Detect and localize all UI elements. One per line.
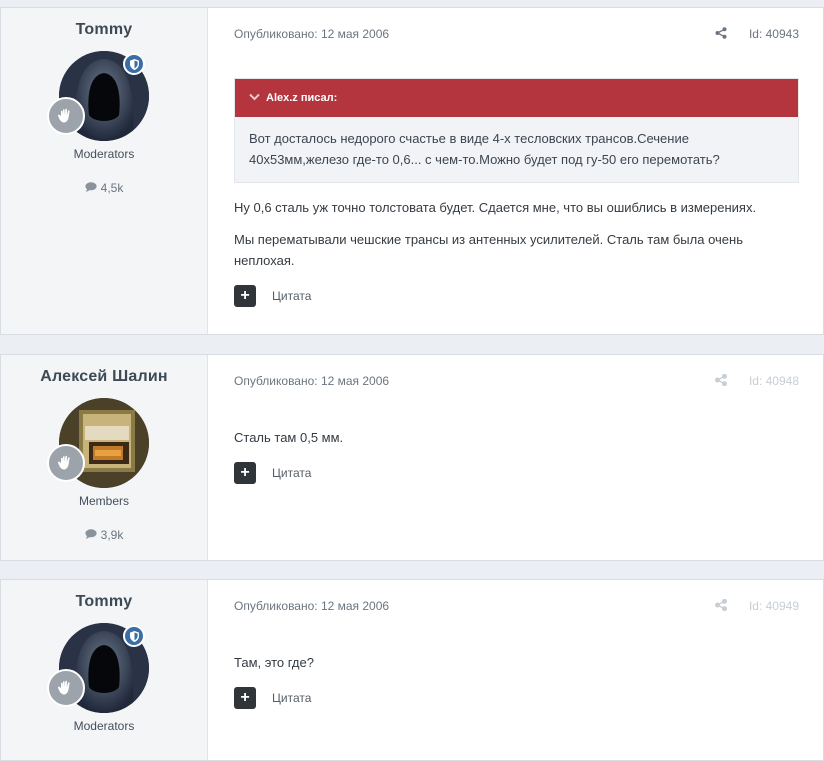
- quote-button[interactable]: Цитата: [272, 466, 311, 480]
- meta-actions: Id: 40943: [715, 26, 799, 42]
- post-paragraph: Ну 0,6 сталь уж точно толстовата будет. …: [234, 200, 757, 215]
- multiquote-plus-button[interactable]: +: [234, 285, 256, 307]
- quote-header[interactable]: Alex.z писал:: [235, 79, 798, 117]
- author-panel: Алексей Шалин Members 3,9k: [1, 355, 208, 560]
- post-40943: Tommy Moderators 4,5k Опубликовано: 12 м…: [0, 7, 824, 335]
- published-date: Опубликовано: 12 мая 2006: [234, 27, 390, 41]
- chevron-down-icon: [249, 92, 260, 104]
- share-icon[interactable]: [714, 598, 727, 614]
- quote-button[interactable]: Цитата: [272, 289, 311, 303]
- post-id[interactable]: Id: 40943: [749, 27, 799, 41]
- post-paragraph: Сталь там 0,5 мм.: [234, 430, 344, 445]
- avatar-wrap: [47, 398, 149, 488]
- post-actions: + Цитата: [234, 687, 799, 709]
- author-panel: Tommy: [1, 8, 208, 334]
- author-name[interactable]: Tommy: [1, 21, 207, 39]
- post-actions: + Цитата: [234, 462, 799, 484]
- avatar-wrap: [47, 623, 149, 713]
- avatar-wrap: [47, 51, 149, 141]
- quote-button[interactable]: Цитата: [272, 691, 311, 705]
- post-count-value: 3,9k: [100, 528, 124, 542]
- post-actions: + Цитата: [234, 285, 799, 307]
- quote-block: Alex.z писал: Вот досталось недорого сча…: [234, 78, 799, 183]
- quote-text: Вот досталось недорого счастье в виде 4-…: [249, 131, 720, 167]
- post-id[interactable]: Id: 40948: [749, 374, 799, 388]
- post-content: Опубликовано: 12 мая 2006 Id: 40949 Там,…: [208, 580, 823, 760]
- post-40948: Алексей Шалин Members 3,9k Опубликовано:…: [0, 354, 824, 561]
- rank-hand-icon: [47, 669, 85, 707]
- published-date: Опубликовано: 12 мая 2006: [234, 374, 390, 388]
- rank-hand-icon: [47, 97, 85, 135]
- moderator-shield-icon: [123, 53, 145, 75]
- share-icon[interactable]: [715, 26, 727, 42]
- share-icon[interactable]: [714, 373, 727, 389]
- post-content: Опубликовано: 12 мая 2006 Id: 40948 Стал…: [208, 355, 823, 560]
- meta-actions: Id: 40949: [714, 598, 799, 614]
- post-content: Опубликовано: 12 мая 2006 Id: 40943 Alex…: [208, 8, 823, 334]
- author-name[interactable]: Tommy: [1, 593, 207, 611]
- author-name[interactable]: Алексей Шалин: [1, 368, 207, 386]
- published-date: Опубликовано: 12 мая 2006: [234, 599, 390, 613]
- multiquote-plus-button[interactable]: +: [234, 687, 256, 709]
- meta-actions: Id: 40948: [714, 373, 799, 389]
- quote-author: Alex.z писал:: [266, 92, 338, 104]
- rank-hand-icon: [47, 444, 85, 482]
- moderator-shield-icon: [123, 625, 145, 647]
- user-group: Moderators: [73, 719, 135, 733]
- post-paragraph: Там, это где?: [234, 655, 314, 670]
- post-paragraph: Мы перематывали чешские трансы из антенн…: [234, 232, 743, 268]
- post-count: 3,9k: [1, 528, 207, 542]
- post-count-value: 4,5k: [100, 181, 124, 195]
- post-meta: Опубликовано: 12 мая 2006 Id: 40948: [234, 355, 799, 407]
- multiquote-plus-button[interactable]: +: [234, 462, 256, 484]
- post-id[interactable]: Id: 40949: [749, 599, 799, 613]
- comment-icon: [85, 181, 97, 195]
- author-panel: Tommy: [1, 580, 208, 760]
- comment-icon: [85, 528, 97, 542]
- post-40949: Tommy Moderators Опубликовано: 12 мая 20…: [0, 579, 824, 761]
- post-meta: Опубликовано: 12 мая 2006 Id: 40943: [234, 8, 799, 60]
- user-group: Members: [78, 494, 129, 508]
- post-count: 4,5k: [1, 181, 207, 195]
- post-meta: Опубликовано: 12 мая 2006 Id: 40949: [234, 580, 799, 632]
- user-group: Moderators: [73, 147, 135, 161]
